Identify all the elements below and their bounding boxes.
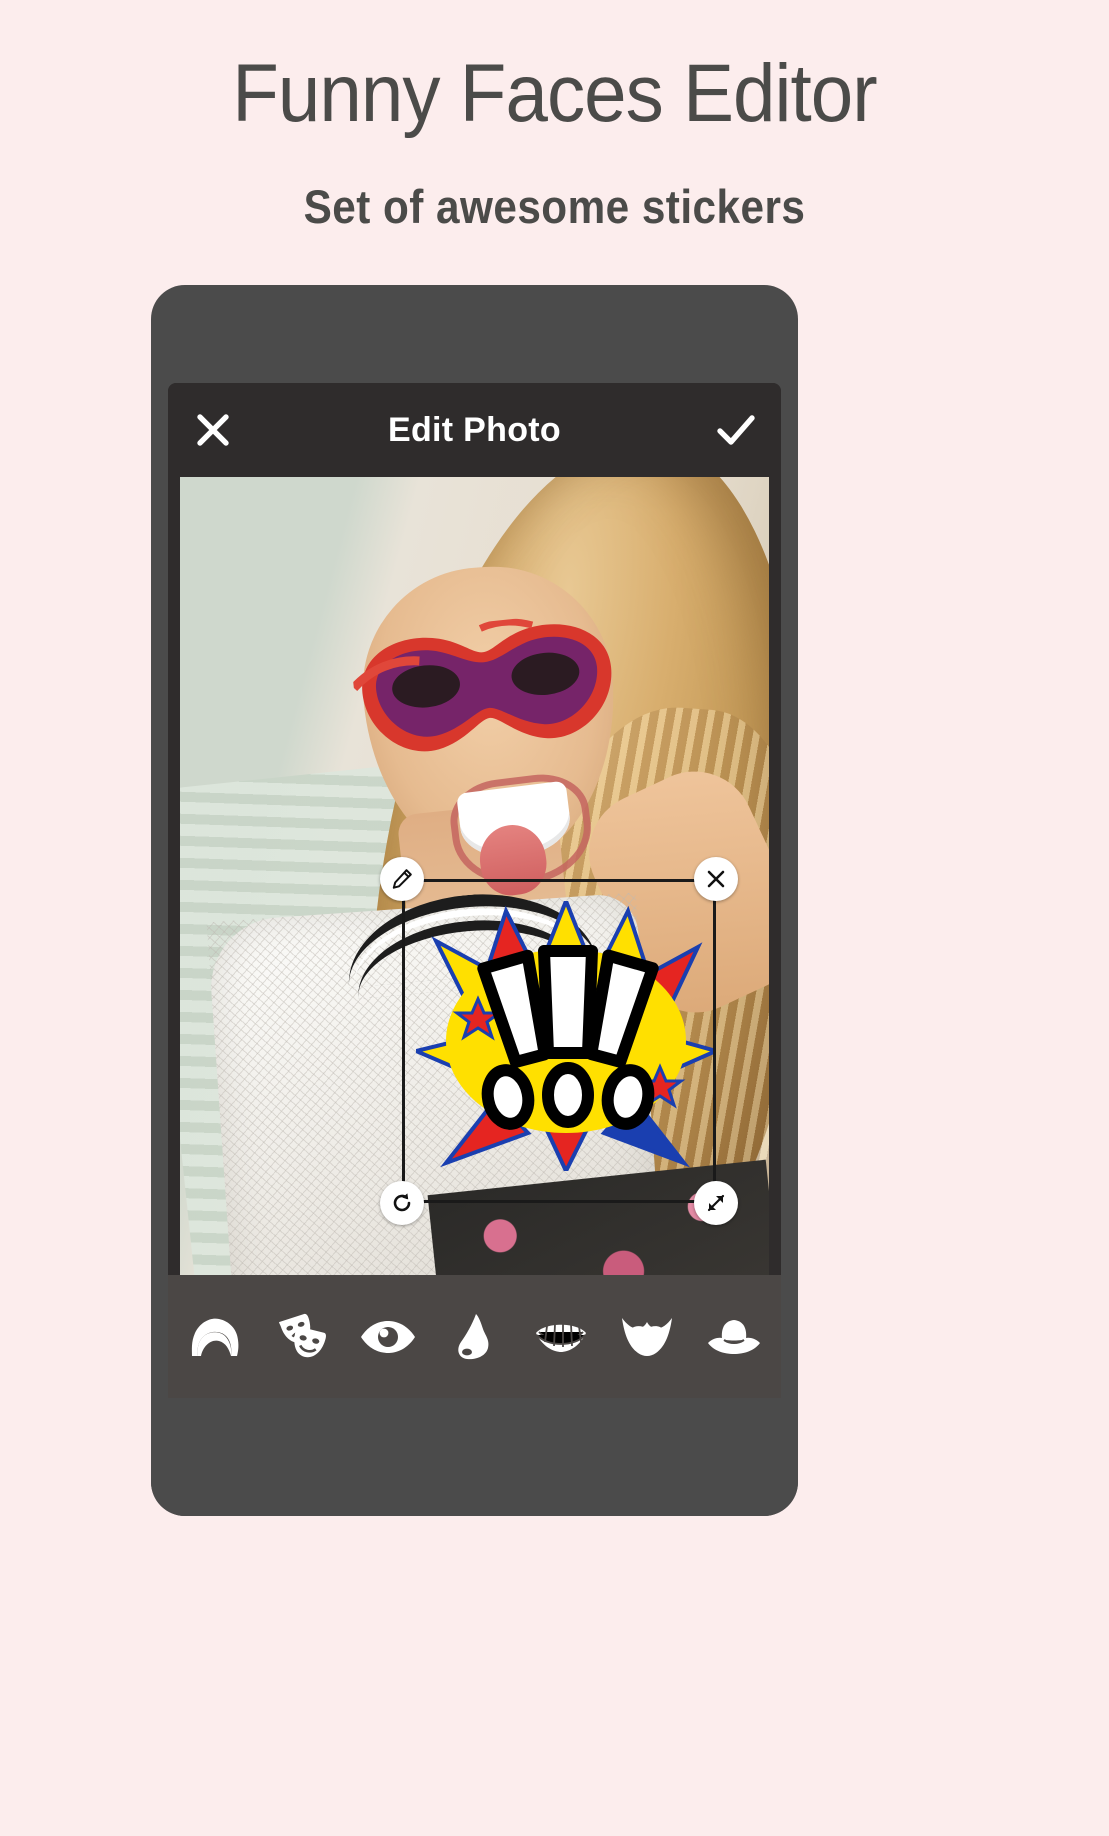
resize-arrow-icon (707, 1194, 725, 1212)
sidebar-item-beard[interactable] (612, 1297, 682, 1377)
sticker-resize-handle[interactable] (694, 1181, 738, 1225)
sidebar-item-hat[interactable] (699, 1297, 769, 1377)
photo-canvas[interactable] (180, 477, 769, 1275)
sticker-category-toolbar (168, 1275, 781, 1398)
confirm-button[interactable] (691, 383, 781, 477)
sidebar-item-eyes[interactable] (353, 1297, 423, 1377)
phone-screen: Edit Photo (168, 383, 781, 1398)
rotate-icon (393, 1193, 411, 1212)
close-x-icon (707, 870, 725, 888)
sticker-rotate-handle[interactable] (380, 1181, 424, 1225)
page-subtitle: Set of awesome stickers (303, 180, 806, 233)
phone-chin (151, 1398, 798, 1516)
hair-icon (192, 1318, 239, 1356)
sticker-selection-frame (402, 879, 716, 1203)
app-header-bar: Edit Photo (168, 383, 781, 477)
checkmark-icon (717, 415, 755, 445)
cowboy-hat-icon (707, 1319, 760, 1354)
masquerade-mask-overlay (350, 618, 612, 752)
nose-icon (458, 1313, 489, 1359)
sticker-delete-handle[interactable] (694, 857, 738, 901)
phone-mockup: Edit Photo (151, 285, 798, 1516)
app-header-title: Edit Photo (388, 410, 561, 449)
close-x-icon (197, 414, 229, 446)
theater-masks-icon (278, 1313, 326, 1357)
pencil-icon (392, 869, 412, 889)
page-title: Funny Faces Editor (232, 48, 877, 139)
sidebar-item-masks[interactable] (267, 1297, 337, 1377)
sticker-edit-handle[interactable] (380, 857, 424, 901)
beard-mustache-icon (622, 1317, 673, 1356)
edited-photo (180, 477, 769, 1275)
sidebar-item-mouth[interactable] (526, 1297, 596, 1377)
close-button[interactable] (168, 383, 258, 477)
sidebar-item-hair[interactable] (180, 1297, 250, 1377)
mouth-teeth-icon (535, 1323, 586, 1352)
sidebar-item-nose[interactable] (439, 1297, 509, 1377)
eye-icon (361, 1320, 416, 1353)
